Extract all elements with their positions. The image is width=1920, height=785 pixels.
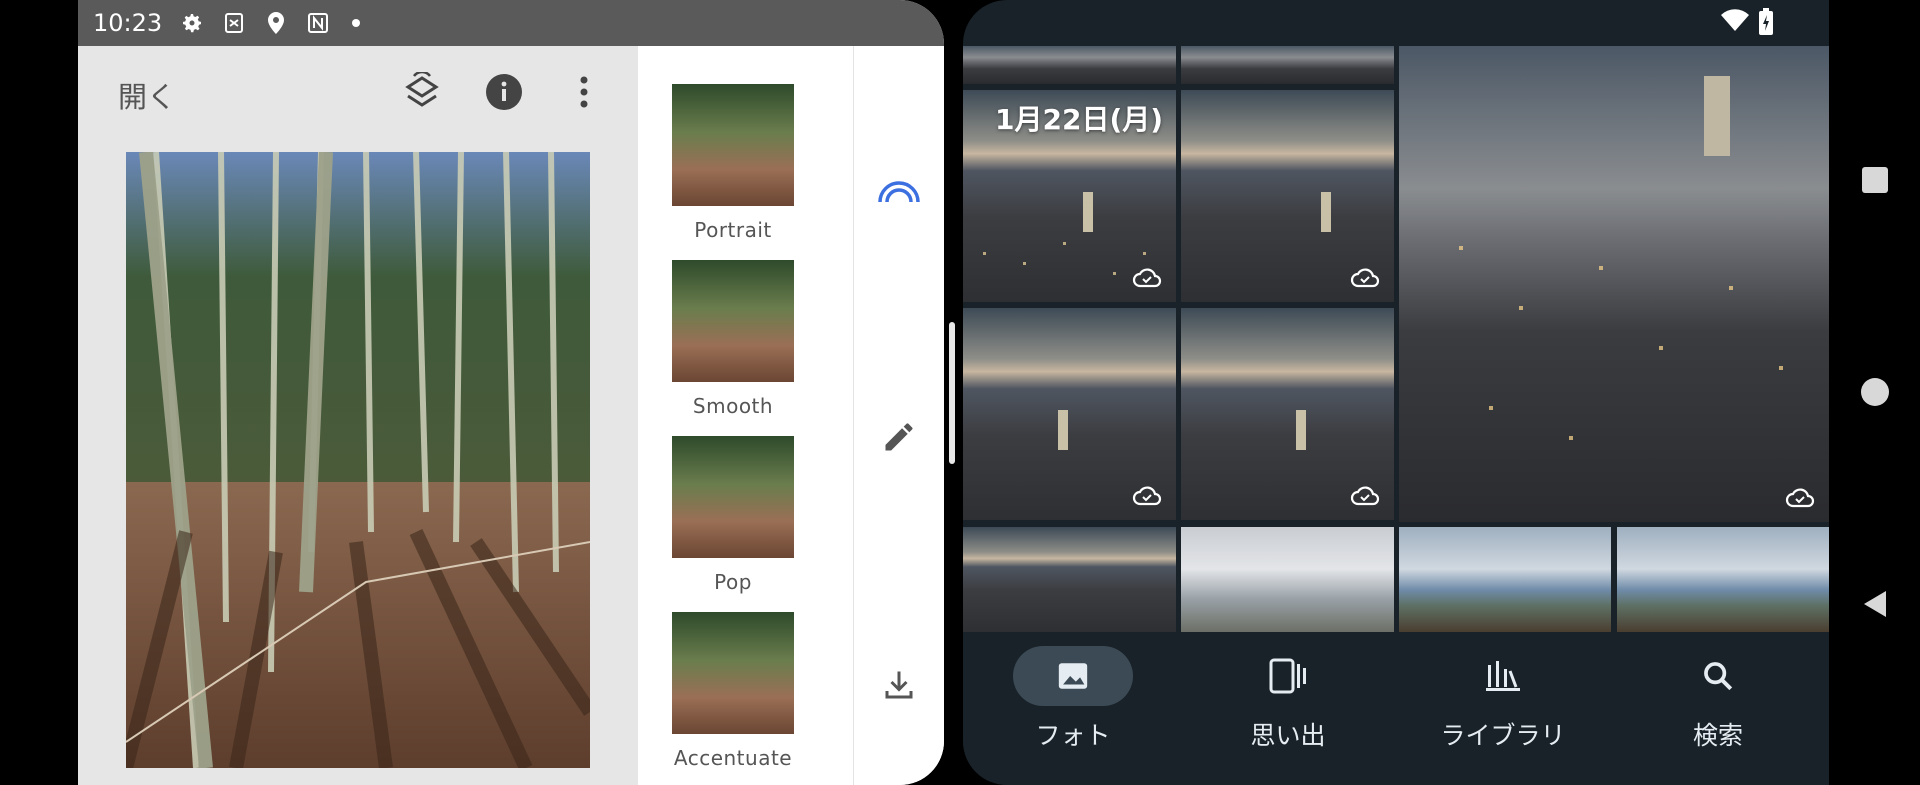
recents-square-icon[interactable] [1859, 164, 1891, 196]
filter-label: Portrait [694, 218, 772, 242]
filter-label: Accentuate [673, 746, 793, 770]
editor-pane: 開く [78, 46, 638, 785]
home-circle-icon[interactable] [1859, 376, 1891, 408]
editor-side-actions [853, 46, 944, 785]
cloud-backup-icon [1785, 488, 1815, 508]
nav-search[interactable]: 検索 [1628, 646, 1808, 752]
filter-thumbnail [672, 260, 794, 382]
editor-toolbar: 開く [78, 46, 638, 138]
cloud-backup-icon [1350, 268, 1380, 288]
compare-layers-icon[interactable] [398, 68, 446, 116]
photo-tile[interactable] [1399, 527, 1611, 632]
nav-label: 検索 [1692, 721, 1743, 750]
photo-tile[interactable] [963, 308, 1176, 520]
photo-tile[interactable] [1181, 308, 1394, 520]
cloud-backup-icon [1350, 486, 1380, 506]
photo-tile[interactable] [1181, 46, 1394, 84]
cloud-backup-icon [1132, 486, 1162, 506]
split-screen-divider-handle[interactable] [949, 322, 955, 464]
gear-icon [178, 9, 206, 37]
photo-tile-large[interactable] [1399, 46, 1829, 522]
wifi-icon [1720, 9, 1750, 37]
system-navigation-bar [1829, 0, 1920, 785]
screenshot-icon [220, 9, 248, 37]
download-icon[interactable] [876, 662, 922, 708]
nav-label: 思い出 [1250, 721, 1326, 750]
nav-label: ライブラリ [1440, 721, 1566, 750]
photo-tile[interactable] [1181, 527, 1394, 632]
filter-label: Smooth [692, 394, 774, 418]
nav-library[interactable]: ライブラリ [1413, 646, 1593, 752]
library-icon [1443, 646, 1563, 706]
status-time: 10:23 [93, 9, 163, 37]
search-icon [1658, 646, 1778, 706]
nav-label: フォト [1035, 721, 1111, 750]
nav-photos[interactable]: フォト [983, 646, 1163, 752]
filter-smooth[interactable]: Smooth [672, 260, 794, 418]
bottom-navigation: フォト 思い出 ライブラリ 検索 [963, 632, 1829, 785]
filter-list: Portrait Smooth Pop Accentuate [638, 46, 853, 785]
info-icon[interactable] [480, 68, 528, 116]
notification-dot [352, 19, 361, 27]
nav-memories[interactable]: 思い出 [1198, 646, 1378, 752]
filter-accentuate[interactable]: Accentuate [672, 612, 794, 770]
bamboo-photo-preview[interactable] [126, 152, 590, 768]
photo-grid: 1月22日(月) [963, 46, 1829, 632]
battery-charging-icon [1758, 8, 1774, 40]
filter-pop[interactable]: Pop [672, 436, 794, 594]
open-button[interactable]: 開く [118, 74, 176, 116]
photo-tile[interactable] [963, 46, 1176, 84]
filter-label: Pop [714, 570, 752, 594]
photo-editor-app: 10:23 開く Portrait Smooth Pop Accentuate [78, 0, 944, 785]
memories-icon [1228, 646, 1348, 706]
more-vert-icon[interactable] [560, 68, 608, 116]
date-header: 1月22日(月) [995, 103, 1164, 136]
status-bar-right [963, 0, 1829, 46]
filter-thumbnail [672, 436, 794, 558]
filter-thumbnail [672, 612, 794, 734]
photo-icon [1013, 646, 1133, 706]
filter-thumbnail [672, 84, 794, 206]
photo-tile[interactable] [1181, 90, 1394, 302]
photos-gallery-app: 1月22日(月) フォト 思い出 ライブラリ 検索 [963, 0, 1829, 785]
edit-pencil-icon[interactable] [876, 414, 922, 460]
location-icon [262, 9, 290, 37]
back-triangle-icon[interactable] [1859, 588, 1891, 620]
photo-tile[interactable] [963, 527, 1176, 632]
status-bar-left: 10:23 [78, 0, 944, 46]
magic-arc-icon[interactable] [876, 168, 922, 214]
photo-tile[interactable] [1617, 527, 1829, 632]
nfc-icon [304, 9, 332, 37]
cloud-backup-icon [1132, 268, 1162, 288]
filter-portrait[interactable]: Portrait [672, 84, 794, 242]
